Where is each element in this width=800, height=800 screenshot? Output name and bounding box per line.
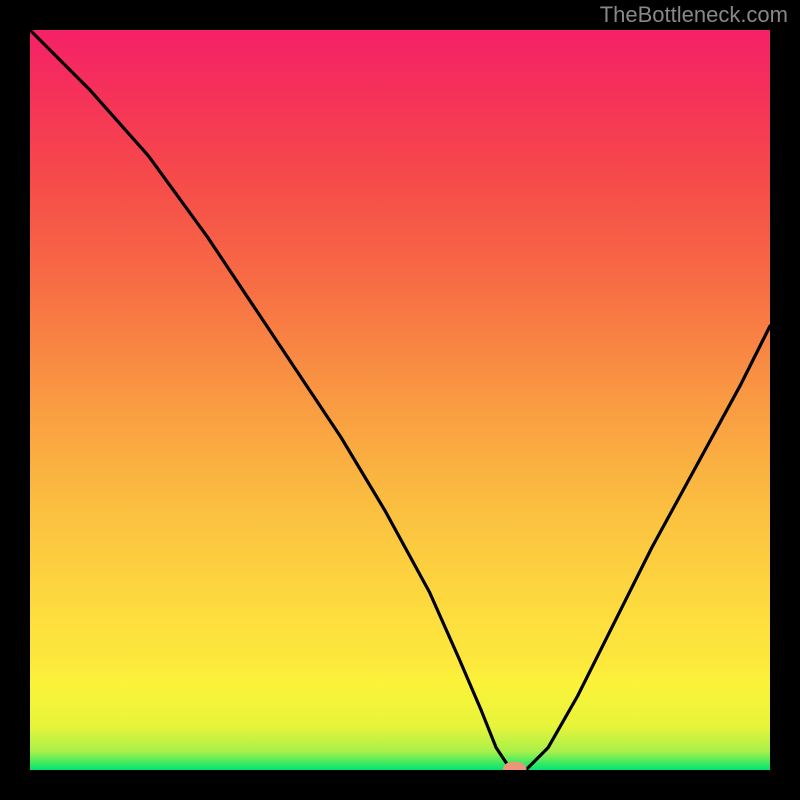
attribution-text: TheBottleneck.com	[600, 2, 788, 28]
curve-layer	[30, 30, 770, 770]
plot-area	[30, 30, 770, 770]
bottleneck-curve	[30, 30, 770, 770]
chart-frame: TheBottleneck.com	[0, 0, 800, 800]
